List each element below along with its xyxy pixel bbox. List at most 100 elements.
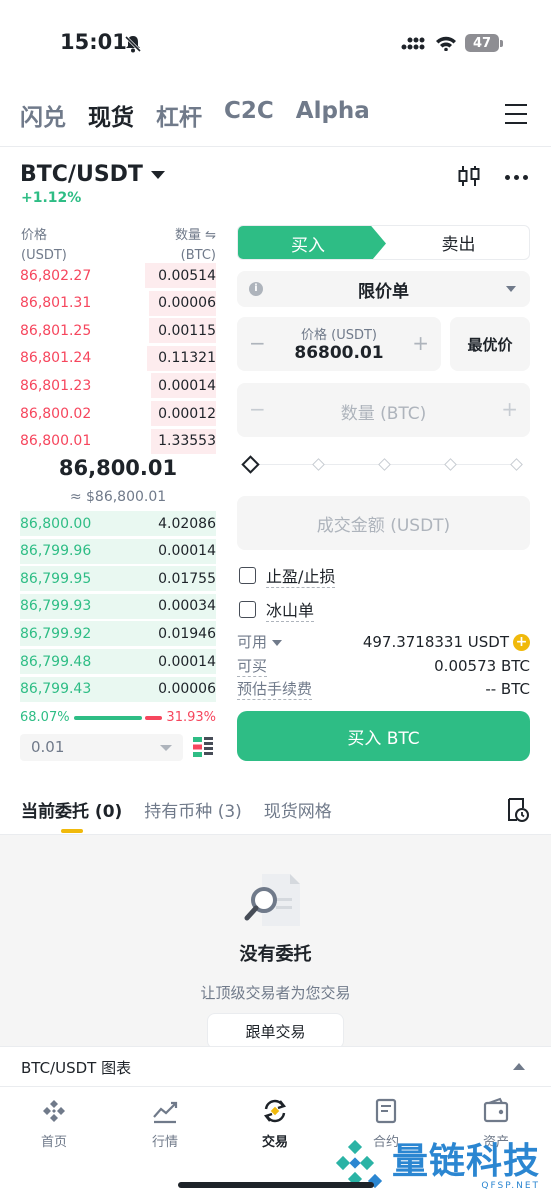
available-label: 可用 xyxy=(237,633,268,651)
ask-qty: 0.00012 xyxy=(158,405,216,422)
ask-qty: 0.00514 xyxy=(158,267,216,284)
order-history-icon[interactable] xyxy=(506,797,530,827)
info-icon[interactable]: i xyxy=(249,282,263,296)
fee-label[interactable]: 预估手续费 xyxy=(237,678,313,700)
slider-step-50[interactable] xyxy=(378,458,391,471)
mid-price-usd: ≈ $86,800.01 xyxy=(69,489,167,505)
ask-row[interactable]: 86,801.24 0.11321 xyxy=(20,345,216,372)
price-increment-button[interactable]: + xyxy=(412,331,429,355)
bid-row[interactable]: 86,799.43 0.00006 xyxy=(20,676,216,703)
checkbox-icon[interactable] xyxy=(239,567,256,584)
ask-price: 86,801.24 xyxy=(20,350,92,367)
chart-drawer[interactable]: BTC/USDT 图表 xyxy=(0,1046,551,1086)
buy-btc-button[interactable]: 买入 BTC xyxy=(237,711,530,761)
futures-doc-icon xyxy=(375,1098,397,1124)
tab-buy[interactable]: 买入 xyxy=(238,226,386,259)
price-input-value[interactable]: 86800.01 xyxy=(237,343,441,363)
bid-qty: 0.00006 xyxy=(158,681,216,698)
bid-row[interactable]: 86,799.96 0.00014 xyxy=(20,538,216,565)
ask-row[interactable]: 86,801.23 0.00014 xyxy=(20,372,216,399)
precision-value: 0.01 xyxy=(31,738,65,756)
tp-sl-checkbox[interactable]: 止盈/止损 xyxy=(239,563,336,588)
bid-row[interactable]: 86,799.93 0.00034 xyxy=(20,593,216,620)
candlestick-icon[interactable] xyxy=(458,164,480,192)
tp-sl-label: 止盈/止损 xyxy=(266,563,336,588)
ask-row[interactable]: 86,800.01 1.33553 xyxy=(20,428,216,455)
amount-slider[interactable] xyxy=(241,455,523,475)
slider-step-25[interactable] xyxy=(312,458,325,471)
available-value: 497.3718331 USDT xyxy=(362,632,509,651)
ask-row[interactable]: 86,801.31 0.00006 xyxy=(20,290,216,317)
nav-home[interactable]: 首页 xyxy=(14,1097,94,1150)
can-buy-row: 可买 0.00573 BTC xyxy=(237,655,530,677)
nav-trade[interactable]: 交易 xyxy=(235,1097,315,1150)
ob-price-label: 价格 xyxy=(21,228,48,243)
sell-ratio: 31.93% xyxy=(166,710,216,725)
tab-alpha[interactable]: Alpha xyxy=(296,98,370,132)
home-indicator xyxy=(178,1182,374,1188)
bid-qty: 0.01755 xyxy=(158,570,216,587)
caret-down-icon xyxy=(506,286,516,292)
caret-up-icon[interactable] xyxy=(513,1063,525,1070)
quantity-input[interactable]: − 数量 (BTC) + xyxy=(237,383,530,437)
qty-increment-button[interactable]: + xyxy=(501,397,518,421)
tab-spot-grid[interactable]: 现货网格 xyxy=(264,797,332,822)
deposit-plus-icon[interactable]: + xyxy=(513,633,530,651)
available-toggle[interactable]: 可用 xyxy=(237,631,283,652)
cellular-signal-icon xyxy=(401,37,425,50)
ask-price: 86,800.02 xyxy=(20,405,92,422)
ob-qty-header[interactable]: 数量 ⇋ (BTC) xyxy=(150,226,216,266)
ask-qty: 0.11321 xyxy=(158,350,216,367)
mid-price[interactable]: 86,800.01 xyxy=(20,456,216,480)
bid-row[interactable]: 86,799.95 0.01755 xyxy=(20,565,216,592)
tab-convert[interactable]: 闪兑 xyxy=(20,98,66,132)
bid-row[interactable]: 86,800.00 4.02086 xyxy=(20,510,216,537)
bid-qty: 4.02086 xyxy=(158,515,216,532)
ask-row[interactable]: 86,801.25 0.00115 xyxy=(20,317,216,344)
menu-icon[interactable] xyxy=(505,104,527,131)
status-time: 15:01 xyxy=(60,30,127,54)
tab-open-orders[interactable]: 当前委托 (0) xyxy=(21,797,122,822)
iceberg-checkbox[interactable]: 冰山单 xyxy=(239,597,315,622)
fee-row: 预估手续费 -- BTC xyxy=(237,678,530,700)
ask-qty: 0.00014 xyxy=(158,377,216,394)
checkbox-icon[interactable] xyxy=(239,601,256,618)
available-value-wrap: 497.3718331 USDT + xyxy=(363,633,530,651)
ask-row[interactable]: 86,800.02 0.00012 xyxy=(20,400,216,427)
pair-selector[interactable]: BTC/USDT xyxy=(20,162,165,187)
tab-spot[interactable]: 现货 xyxy=(88,98,134,132)
battery-tip xyxy=(500,39,503,47)
quantity-placeholder: 数量 (BTC) xyxy=(340,404,427,424)
ob-qty-label: 数量 ⇋ xyxy=(174,228,216,243)
tab-c2c[interactable]: C2C xyxy=(224,98,274,132)
ask-row[interactable]: 86,802.27 0.00514 xyxy=(20,262,216,289)
caret-down-icon xyxy=(160,745,172,751)
price-input[interactable]: − 价格 (USDT) 86800.01 + xyxy=(237,317,441,371)
trade-swap-icon xyxy=(263,1099,287,1123)
order-type-select[interactable]: i 限价单 xyxy=(237,271,530,307)
copy-trading-button[interactable]: 跟单交易 xyxy=(207,1013,344,1049)
more-icon[interactable] xyxy=(505,175,528,180)
nav-markets[interactable]: 行情 xyxy=(125,1097,205,1150)
pair-name: BTC/USDT xyxy=(20,162,143,187)
slider-step-75[interactable] xyxy=(444,458,457,471)
tab-sell[interactable]: 卖出 xyxy=(386,226,529,259)
ratio-bar xyxy=(73,715,163,720)
status-indicators: 47 xyxy=(401,34,503,52)
available-row: 可用 497.3718331 USDT + xyxy=(237,631,530,652)
total-input[interactable]: 成交金额 (USDT) xyxy=(237,496,530,550)
ask-qty: 0.00115 xyxy=(158,322,216,339)
bid-row[interactable]: 86,799.92 0.01946 xyxy=(20,620,216,647)
ask-price: 86,800.01 xyxy=(20,433,92,450)
slider-handle[interactable] xyxy=(241,455,260,474)
slider-step-100[interactable] xyxy=(510,458,523,471)
bid-row[interactable]: 86,799.48 0.00014 xyxy=(20,648,216,675)
buy-sell-tabs: 买入 卖出 xyxy=(237,225,530,260)
ask-price: 86,802.27 xyxy=(20,267,92,284)
can-buy-label: 可买 xyxy=(237,657,268,677)
precision-select[interactable]: 0.01 xyxy=(20,734,183,761)
best-price-button[interactable]: 最优价 xyxy=(450,317,530,371)
tab-holdings[interactable]: 持有币种 (3) xyxy=(144,797,241,822)
tab-margin[interactable]: 杠杆 xyxy=(156,98,202,132)
book-layout-icon[interactable] xyxy=(192,736,214,762)
